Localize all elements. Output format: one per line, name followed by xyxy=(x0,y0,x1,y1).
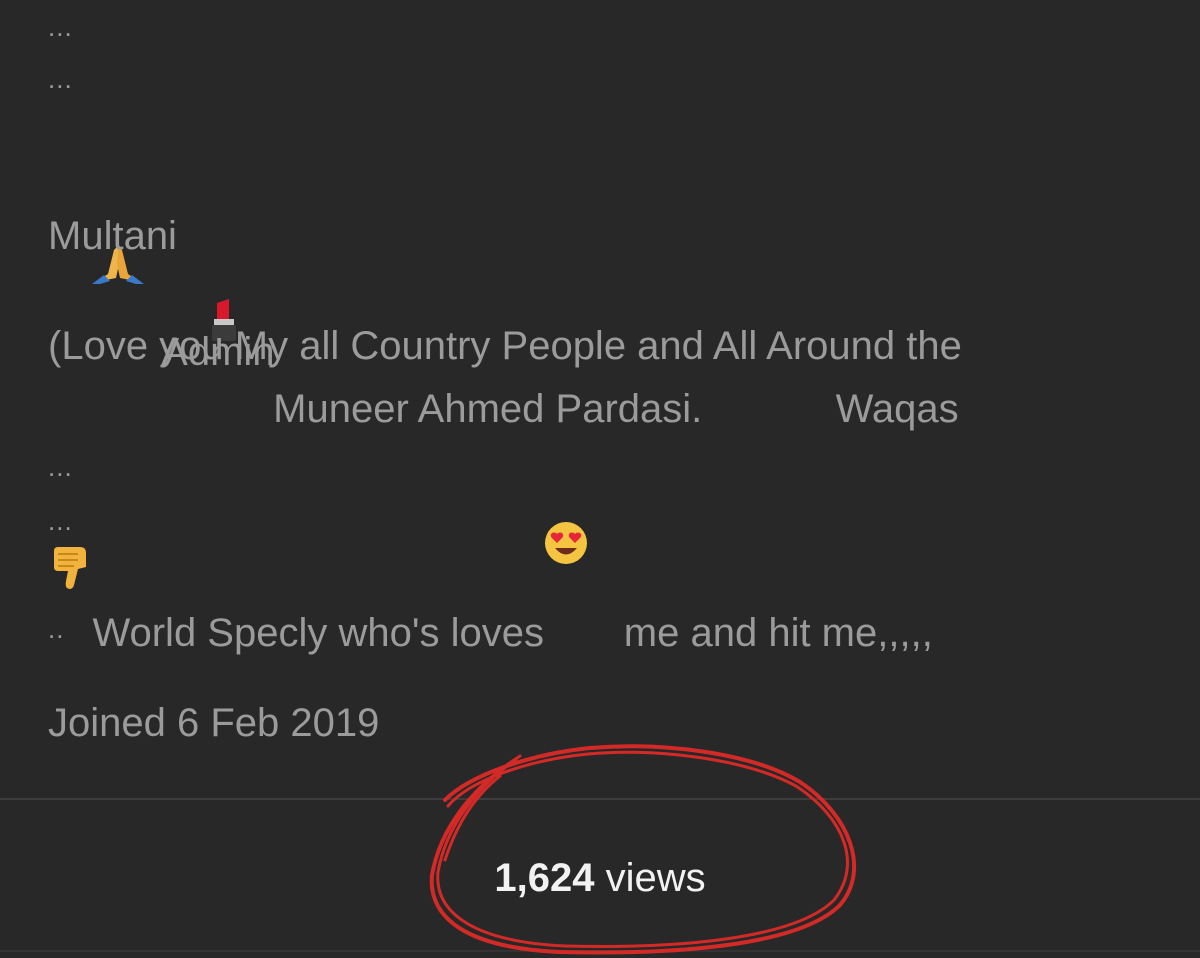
views-number: 1,624 xyxy=(494,856,595,900)
bio-message-line-1: (Love you My all Country People and All … xyxy=(48,324,962,368)
bio-names-cont: Multani xyxy=(48,214,177,258)
section-divider xyxy=(0,798,1200,800)
bottom-divider xyxy=(0,950,1200,952)
bio-message-line-2: World Specly who's loves me and hit me,,… xyxy=(48,377,933,709)
profile-screen: ... ... Admin Muneer Ahmed Pardasi. Waqa… xyxy=(0,0,1200,958)
ellipsis-line: .. xyxy=(48,614,65,644)
joined-date: Joined 6 Feb 2019 xyxy=(48,701,380,745)
thumbs-down-icon xyxy=(52,545,94,596)
ellipsis-line: ... xyxy=(48,64,73,94)
ellipsis-line: ... xyxy=(48,12,73,42)
ellipsis-line: ... xyxy=(48,452,73,482)
views-label: views xyxy=(594,856,706,900)
bio-message-text-a: World Specly who's loves xyxy=(92,611,544,655)
ellipsis-line: ... xyxy=(48,506,73,536)
views-count: 1,624 views xyxy=(0,852,1200,904)
bio-message-text-b: me and hit me,,,,, xyxy=(612,611,933,655)
heart-eyes-icon xyxy=(544,425,611,661)
